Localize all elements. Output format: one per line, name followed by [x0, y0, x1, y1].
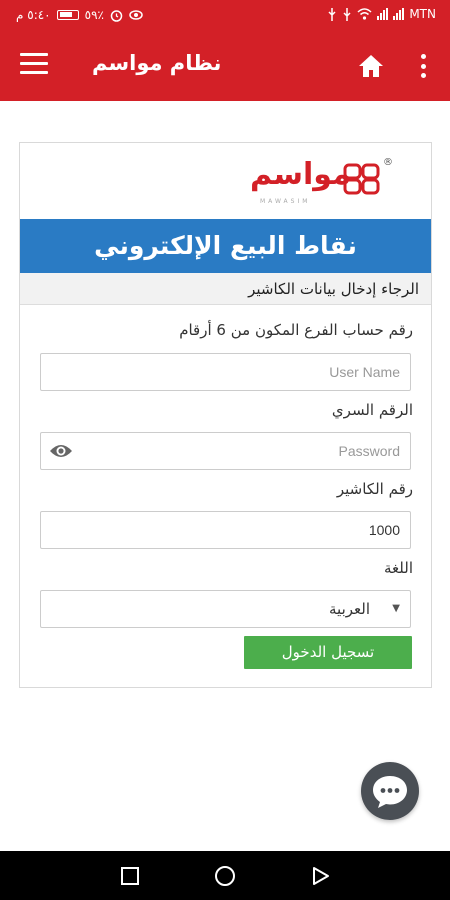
- logo-text: مواسم: [250, 157, 351, 192]
- home-icon: [359, 55, 383, 77]
- language-label: اللغة: [384, 559, 413, 577]
- usb-debug-icon: [343, 7, 351, 21]
- alarm-icon: [110, 9, 123, 22]
- show-password-button[interactable]: [49, 442, 73, 460]
- language-select[interactable]: العربية ▼: [40, 590, 411, 628]
- registered-mark: ®: [383, 157, 393, 168]
- battery-icon: [56, 10, 79, 20]
- status-bar: ٥:٤٠ م ٥٩٪ MTN: [0, 0, 450, 31]
- system-nav-bar: [0, 851, 450, 900]
- status-left: ٥:٤٠ م ٥٩٪: [16, 8, 143, 22]
- app-title: نظام مواسم: [92, 51, 222, 75]
- more-vertical-icon-dot: [420, 73, 426, 78]
- carrier-name: MTN: [409, 7, 436, 21]
- username-field-box: [40, 353, 411, 391]
- login-card: مواسم ® MAWASIM نقاط البيع الإلكتروني ال…: [19, 142, 432, 688]
- wifi-icon: [357, 8, 372, 20]
- back-button[interactable]: [308, 864, 332, 888]
- square-recents-icon: [121, 867, 139, 885]
- logo-subtext: MAWASIM: [260, 198, 311, 205]
- more-vertical-icon-dot: [420, 54, 426, 59]
- password-label: الرقم السري: [331, 401, 413, 419]
- password-field-box: [40, 432, 411, 470]
- cashier-input[interactable]: [41, 512, 410, 548]
- usb-icon: [328, 7, 336, 21]
- signal-icon-1: [377, 8, 389, 20]
- eye-icon: [50, 445, 72, 457]
- app-bar: نظام مواسم: [0, 31, 450, 101]
- circle-home-icon: [215, 866, 235, 886]
- username-label: رقم حساب الفرع المكون من 6 أرقام: [179, 321, 413, 339]
- dropdown-arrow-icon: ▼: [392, 603, 400, 614]
- chat-button[interactable]: [361, 762, 419, 820]
- battery-percent: ٥٩٪: [84, 8, 104, 22]
- status-right: MTN: [327, 7, 436, 21]
- instruction-text: الرجاء إدخال بيانات الكاشير: [20, 273, 431, 305]
- brand-logo: مواسم ® MAWASIM: [250, 155, 410, 215]
- home-nav-button[interactable]: [213, 864, 237, 888]
- chat-bubble-icon: [373, 776, 407, 808]
- pos-banner: نقاط البيع الإلكتروني: [20, 219, 431, 273]
- hamburger-icon-line: [20, 53, 48, 56]
- more-vertical-icon-dot: [420, 63, 426, 69]
- triangle-back-icon: [313, 867, 329, 885]
- signal-icon-2: [393, 8, 405, 20]
- eye-comfort-icon: [129, 10, 143, 20]
- hamburger-icon-line: [20, 71, 48, 74]
- language-selected-value: العربية: [329, 600, 370, 618]
- recents-button[interactable]: [118, 864, 142, 888]
- password-input[interactable]: [41, 433, 410, 469]
- username-input[interactable]: [41, 354, 410, 390]
- more-options-button[interactable]: [413, 52, 433, 80]
- home-button[interactable]: [356, 51, 386, 81]
- cashier-label: رقم الكاشير: [336, 480, 413, 498]
- cashier-field-box: [40, 511, 411, 549]
- status-time: ٥:٤٠ م: [16, 8, 51, 22]
- menu-button[interactable]: [20, 53, 48, 79]
- hamburger-icon-line: [20, 62, 48, 65]
- logo-mark-icon: [343, 163, 380, 195]
- login-button[interactable]: تسجيل الدخول: [244, 636, 412, 669]
